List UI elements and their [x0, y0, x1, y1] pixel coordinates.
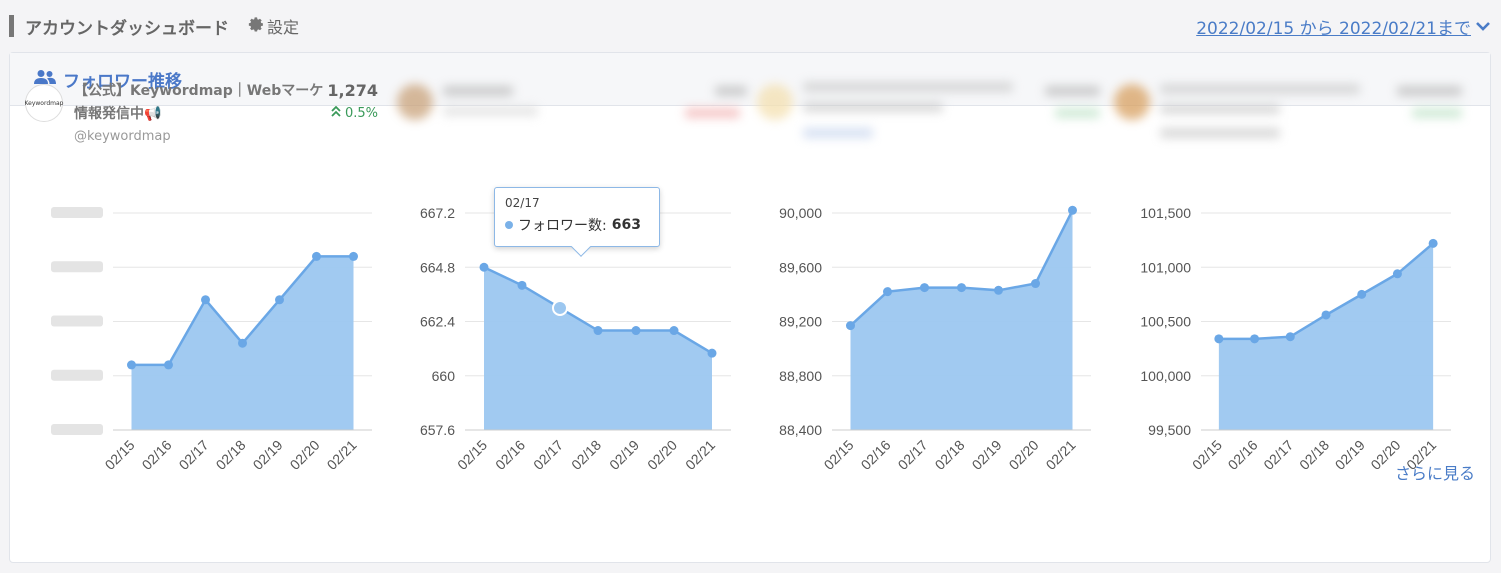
follower-count: 1,274 — [327, 81, 378, 100]
date-range-selector[interactable]: 2022/02/15 から 2022/02/21まで — [1196, 14, 1491, 39]
blurred-account-3 — [755, 78, 1110, 148]
follower-change: 0.5% — [316, 105, 378, 121]
title-accent-bar — [9, 15, 14, 37]
settings-label: 設定 — [267, 18, 300, 37]
settings-link[interactable]: 設定 — [248, 14, 299, 38]
series-dot-icon — [505, 221, 513, 229]
tooltip-series: フォロワー数: — [518, 218, 607, 234]
double-chevron-up-icon — [331, 105, 345, 121]
blurred-account-2 — [395, 78, 750, 148]
page-title: アカウントダッシュボード — [25, 19, 229, 39]
tooltip-date: 02/17 — [505, 196, 540, 210]
see-more-link[interactable]: さらに見る — [1395, 460, 1475, 484]
date-range-label: 2022/02/15 から 2022/02/21まで — [1196, 19, 1471, 39]
blurred-account-4 — [1112, 78, 1467, 148]
chart-tooltip: 02/17 フォロワー数: 663 — [494, 187, 660, 257]
gear-icon — [248, 16, 265, 37]
chevron-down-icon — [1475, 17, 1491, 37]
account-name[interactable]: 【公式】Keywordmap｜Webマーケ情報発信中📢 — [74, 80, 324, 126]
tooltip-value: 663 — [611, 217, 641, 233]
account-handle: @keywordmap — [74, 129, 171, 144]
account-avatar[interactable]: Keywordmap — [25, 84, 63, 122]
avatar-logo-text: Keywordmap — [24, 99, 64, 107]
tooltip-row: フォロワー数: 663 — [505, 215, 649, 235]
change-value: 0.5% — [344, 106, 378, 121]
dashboard-header: アカウントダッシュボード 設定 2022/02/15 から 2022/02/21… — [0, 0, 1501, 52]
